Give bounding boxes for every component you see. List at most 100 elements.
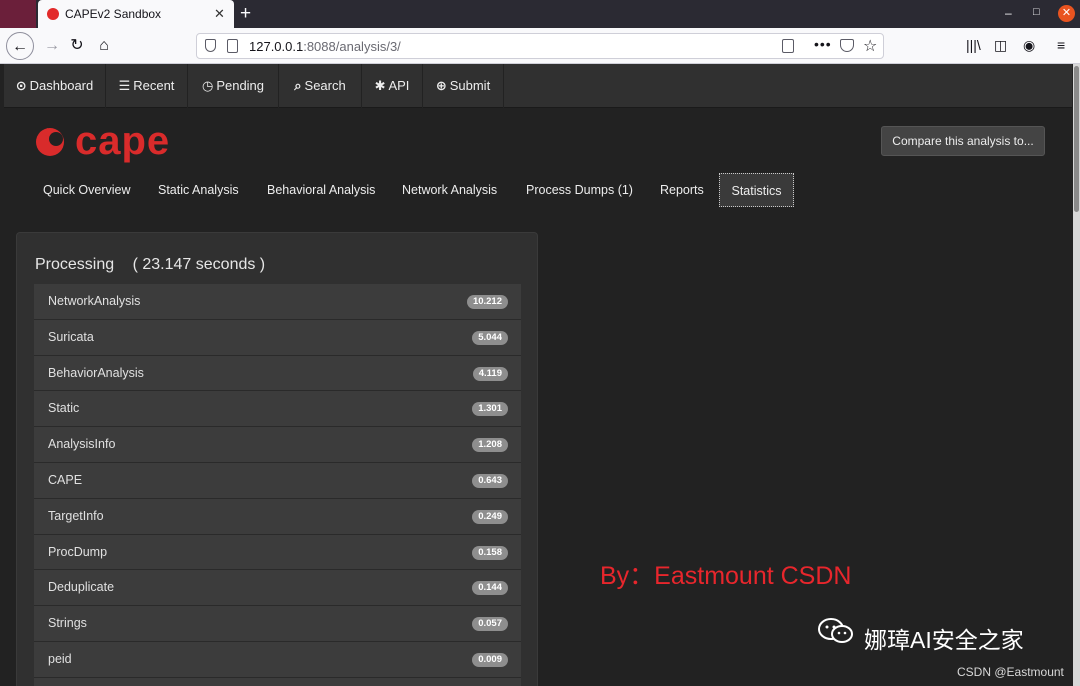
time-badge: 0.158 (472, 545, 508, 560)
scrollbar-thumb[interactable] (1074, 66, 1079, 212)
forward-arrow-icon[interactable]: → (38, 32, 66, 60)
bookmark-star-icon[interactable]: ☆ (863, 36, 877, 56)
list-icon: ☰ (118, 78, 131, 93)
url-host: 127.0.0.1 (249, 39, 304, 54)
time-badge: 4.119 (472, 366, 508, 381)
nav-recent-label: Recent (133, 78, 175, 93)
nav-search-label: Search (304, 78, 346, 93)
cape-favicon-icon (47, 8, 59, 20)
page-info-icon[interactable] (227, 39, 238, 53)
reader-view-icon[interactable] (782, 39, 794, 53)
list-item: NetworkAnalysis 10.212 (34, 284, 521, 320)
tab-title: CAPEv2 Sandbox (65, 7, 162, 21)
window-close-button[interactable]: ✕ (1058, 5, 1075, 22)
module-name: TargetInfo (48, 508, 104, 523)
home-icon[interactable]: ⌂ (90, 32, 118, 60)
wechat-icon (818, 618, 853, 643)
page-scrollbar[interactable] (1073, 64, 1080, 686)
minimize-button[interactable]: – (1005, 6, 1012, 20)
module-name: Suricata (48, 329, 94, 344)
dashboard-icon: ⊙ (15, 78, 27, 93)
module-name: Strings (48, 616, 87, 631)
browser-tab[interactable]: CAPEv2 Sandbox ✕ (38, 0, 234, 28)
list-item: peid 0.009 (34, 641, 521, 678)
processing-heading: Processing ( 23.147 seconds ) (35, 256, 265, 274)
tracking-shield-icon[interactable] (205, 39, 216, 52)
tab-static-analysis[interactable]: Static Analysis (158, 173, 239, 207)
library-icon[interactable]: |||\ (966, 37, 981, 53)
reload-icon[interactable]: ↻ (63, 32, 91, 60)
time-badge: 0.009 (472, 652, 508, 667)
sidebar-icon[interactable]: ◫ (994, 37, 1007, 54)
processing-list: NetworkAnalysis 10.212 Suricata 5.044 Beha… (34, 284, 521, 686)
tab-network-analysis[interactable]: Network Analysis (402, 173, 497, 207)
tab-behavioral-analysis[interactable]: Behavioral Analysis (267, 173, 375, 207)
tab-statistics[interactable]: Statistics (719, 173, 794, 207)
module-name: ProcDump (48, 544, 108, 559)
time-badge: 0.249 (472, 509, 508, 524)
nav-api-label: API (388, 78, 410, 93)
nav-pending-label: Pending (216, 78, 265, 93)
address-bar[interactable]: 127.0.0.1:8088/analysis/3/ ••• ☆ (196, 33, 884, 59)
page-actions-icon[interactable]: ••• (814, 36, 832, 52)
menu-icon[interactable]: ≡ (1057, 37, 1065, 53)
nav-pending[interactable]: ◷ Pending (188, 64, 279, 108)
nav-recent[interactable]: ☰ Recent (106, 64, 188, 108)
clock-icon: ◷ (201, 78, 214, 93)
processing-title: Processing (35, 256, 115, 273)
browser-tab-bar: CAPEv2 Sandbox ✕ + – □ ✕ (0, 0, 1080, 28)
module-name: CAPE (48, 472, 83, 487)
url-text[interactable]: 127.0.0.1:8088/analysis/3/ (249, 39, 401, 54)
module-name: BehaviorAnalysis (48, 365, 144, 380)
nav-submit-label: Submit (449, 78, 491, 93)
processing-total-time: ( 23.147 seconds ) (132, 256, 266, 273)
time-badge: 1.208 (472, 438, 508, 453)
time-badge: 1.301 (472, 402, 508, 417)
new-tab-button[interactable]: + (240, 3, 251, 25)
time-badge: 0.057 (472, 617, 508, 632)
nav-dashboard[interactable]: ⊙ Dashboard (4, 64, 106, 108)
list-item: Static 1.301 (34, 391, 521, 428)
watermark-text: By：Eastmount CSDN (600, 562, 852, 590)
nav-dashboard-label: Dashboard (29, 78, 94, 93)
cape-logo-icon[interactable] (34, 124, 70, 160)
processing-panel: Processing ( 23.147 seconds ) NetworkAna… (16, 232, 538, 686)
module-name: NetworkAnalysis (48, 294, 141, 308)
gear-icon: ✱ (374, 78, 386, 93)
maximize-button[interactable]: □ (1033, 6, 1040, 18)
time-badge: 0.144 (472, 581, 508, 596)
tab-process-dumps[interactable]: Process Dumps (1) (526, 173, 633, 207)
time-badge: 5.044 (472, 330, 508, 345)
nav-api[interactable]: ✱ API (362, 64, 423, 108)
tab-reports[interactable]: Reports (660, 173, 704, 207)
list-item: CAPE 0.643 (34, 462, 521, 499)
desktop-strip (0, 0, 36, 28)
list-item: Strings 0.057 (34, 606, 521, 642)
browser-toolbar: ← → ↻ ⌂ 127.0.0.1:8088/analysis/3/ ••• ☆… (0, 28, 1080, 64)
time-badge: 10.212 (466, 295, 508, 309)
nav-search[interactable]: ⌕ Search (279, 64, 362, 108)
search-icon: ⌕ (294, 78, 302, 93)
list-item: AnalysisInfo 1.208 (34, 427, 521, 463)
list-item: TargetInfo 0.249 (34, 498, 521, 535)
account-icon[interactable]: ◉ (1023, 37, 1035, 54)
upload-icon: ⊕ (435, 78, 447, 93)
module-name: peid (48, 651, 72, 666)
wechat-account-name: 娜璋AI安全之家 (864, 627, 1024, 653)
cape-page: ⊙ Dashboard ☰ Recent ◷ Pending ⌕ Search ✱ API… (0, 64, 1073, 686)
url-path: :8088/analysis/3/ (303, 39, 401, 54)
list-item: BehaviorAnalysis 4.119 (34, 355, 521, 392)
module-name: AnalysisInfo (48, 437, 116, 452)
cape-logo-text[interactable]: cape (75, 119, 170, 164)
time-badge: 0.643 (472, 473, 508, 488)
module-name: Static (48, 401, 80, 416)
csdn-credit: CSDN @Eastmount (957, 665, 1064, 679)
tab-close-icon[interactable]: ✕ (214, 6, 225, 22)
tab-quick-overview[interactable]: Quick Overview (43, 173, 131, 207)
list-item: Suricata 5.044 (34, 319, 521, 356)
list-item: ProcDump 0.158 (34, 534, 521, 571)
back-arrow-icon[interactable]: ← (6, 32, 34, 60)
pocket-icon[interactable] (840, 39, 854, 52)
compare-analysis-button[interactable]: Compare this analysis to... (881, 126, 1045, 156)
nav-submit[interactable]: ⊕ Submit (423, 64, 504, 108)
